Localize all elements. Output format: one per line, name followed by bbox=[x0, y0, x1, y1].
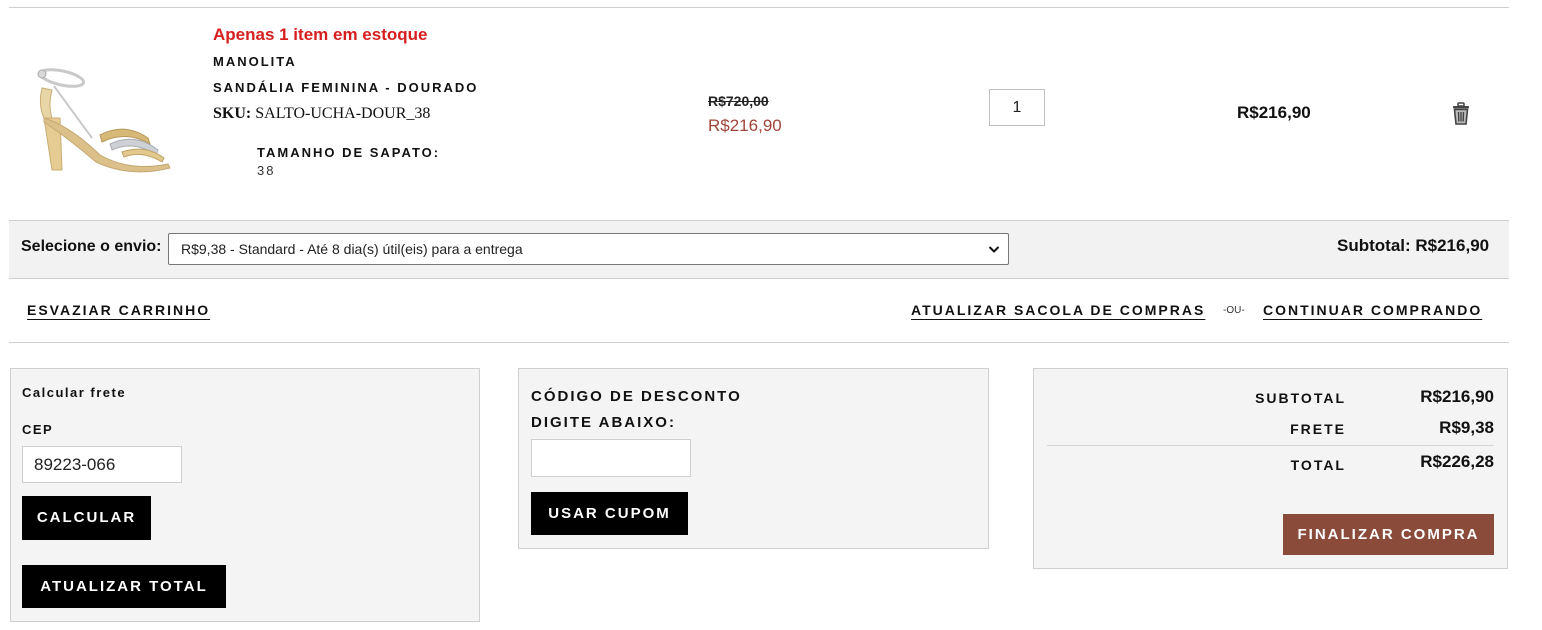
item-row-total: R$216,90 bbox=[1237, 103, 1311, 122]
size-label: TAMANHO DE SAPATO: bbox=[257, 145, 441, 160]
or-separator: -OU- bbox=[1223, 305, 1245, 316]
calculate-button[interactable]: CALCULAR bbox=[22, 496, 151, 540]
section-divider bbox=[9, 342, 1509, 343]
shipping-label: Selecione o envio: bbox=[21, 238, 162, 255]
continue-shopping-link[interactable]: CONTINUAR COMPRANDO bbox=[1263, 302, 1482, 318]
sku-label: SKU: bbox=[213, 105, 252, 122]
product-image[interactable] bbox=[30, 60, 180, 180]
original-price: R$720,00 bbox=[708, 93, 769, 109]
shipping-selected-option: R$9,38 - Standard - Até 8 dia(s) útil(ei… bbox=[181, 241, 523, 257]
totals-freight-value: R$9,38 bbox=[1439, 418, 1494, 437]
freight-calculator-title: Calcular frete bbox=[22, 385, 127, 400]
chevron-down-icon bbox=[988, 246, 1000, 253]
trash-icon[interactable] bbox=[1451, 102, 1471, 126]
sandal-image bbox=[37, 68, 171, 173]
update-total-button[interactable]: ATUALIZAR TOTAL bbox=[22, 565, 226, 608]
totals-divider bbox=[1047, 445, 1494, 446]
shipping-subtotal: Subtotal: R$216,90 bbox=[1337, 236, 1490, 255]
totals-total-value: R$226,28 bbox=[1420, 452, 1494, 471]
checkout-button[interactable]: FINALIZAR COMPRA bbox=[1283, 514, 1494, 555]
totals-subtotal-value: R$216,90 bbox=[1420, 387, 1494, 406]
totals-freight-label: FRETE bbox=[1290, 421, 1346, 437]
discount-code-input[interactable] bbox=[531, 439, 691, 477]
stock-warning: Apenas 1 item em estoque bbox=[213, 25, 428, 44]
quantity-input[interactable]: 1 bbox=[989, 89, 1045, 126]
apply-coupon-button[interactable]: USAR CUPOM bbox=[531, 492, 688, 535]
size-value: 38 bbox=[257, 163, 276, 178]
product-brand[interactable]: MANOLITA bbox=[213, 54, 297, 69]
update-bag-link[interactable]: ATUALIZAR SACOLA DE COMPRAS bbox=[911, 302, 1205, 318]
sale-price: R$216,90 bbox=[708, 116, 782, 135]
discount-subtitle: DIGITE ABAIXO: bbox=[531, 414, 676, 431]
shipping-select[interactable]: R$9,38 - Standard - Até 8 dia(s) útil(ei… bbox=[168, 233, 1009, 265]
sku-value: SALTO-UCHA-DOUR_38 bbox=[255, 105, 431, 122]
product-sku: SKU: SALTO-UCHA-DOUR_38 bbox=[213, 105, 430, 123]
empty-cart-link[interactable]: ESVAZIAR CARRINHO bbox=[27, 302, 210, 318]
cep-label: CEP bbox=[22, 422, 54, 437]
totals-subtotal-label: SUBTOTAL bbox=[1255, 390, 1346, 406]
totals-total-label: TOTAL bbox=[1290, 457, 1346, 473]
discount-title: CÓDIGO DE DESCONTO bbox=[531, 388, 742, 405]
cep-input[interactable]: 89223-066 bbox=[22, 446, 182, 483]
product-name[interactable]: SANDÁLIA FEMININA - DOURADO bbox=[213, 80, 478, 95]
top-divider bbox=[9, 7, 1509, 8]
